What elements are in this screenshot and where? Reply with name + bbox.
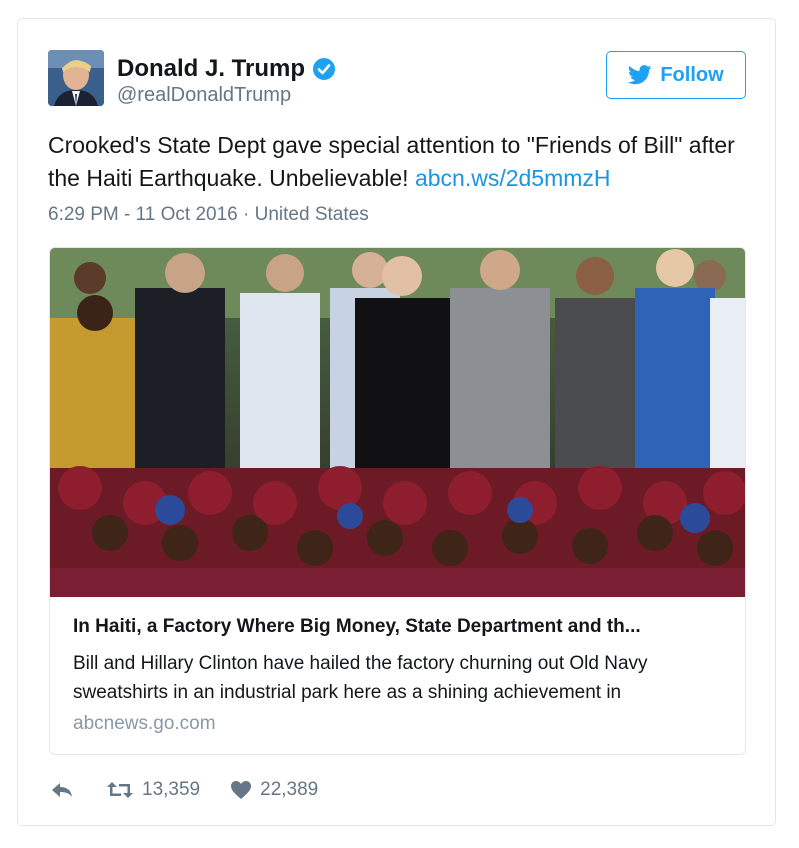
display-name[interactable]: Donald J. Trump (117, 55, 305, 83)
location[interactable]: United States (255, 204, 369, 225)
twitter-bird-icon (628, 65, 652, 85)
tweet-link[interactable]: abcn.ws/2d5mmzH (415, 165, 611, 191)
tweet-card: Donald J. Trump @realDonaldTrump Follow … (17, 18, 776, 826)
meta-separator: · (243, 204, 250, 225)
reply-button[interactable] (50, 780, 74, 800)
avatar[interactable] (48, 50, 104, 106)
user-handle[interactable]: @realDonaldTrump (117, 84, 291, 107)
reply-icon (52, 783, 72, 797)
follow-label: Follow (660, 63, 724, 86)
card-image[interactable] (50, 248, 746, 597)
retweet-icon (107, 782, 133, 798)
retweet-count: 13,359 (142, 779, 201, 800)
tweet-body: Crooked's State Dept gave special attent… (48, 132, 735, 191)
tweet-meta: 6:29 PM - 11 Oct 2016 · United States (48, 204, 369, 226)
follow-button[interactable]: Follow (606, 51, 746, 99)
like-button[interactable]: 22,389 (230, 779, 318, 801)
tweet-text: Crooked's State Dept gave special attent… (48, 129, 748, 195)
like-count: 22,389 (260, 779, 319, 800)
verified-badge-icon (313, 58, 336, 80)
card-title[interactable]: In Haiti, a Factory Where Big Money, Sta… (73, 616, 723, 638)
timestamp[interactable]: 6:29 PM - 11 Oct 2016 (48, 204, 238, 225)
heart-icon (231, 781, 252, 799)
card-domain: abcnews.go.com (73, 713, 216, 734)
retweet-button[interactable]: 13,359 (106, 779, 200, 801)
tweet-actions: 13,359 22,389 (50, 779, 318, 801)
card-description: Bill and Hillary Clinton have hailed the… (73, 653, 648, 703)
link-card[interactable]: In Haiti, a Factory Where Big Money, Sta… (49, 247, 746, 755)
